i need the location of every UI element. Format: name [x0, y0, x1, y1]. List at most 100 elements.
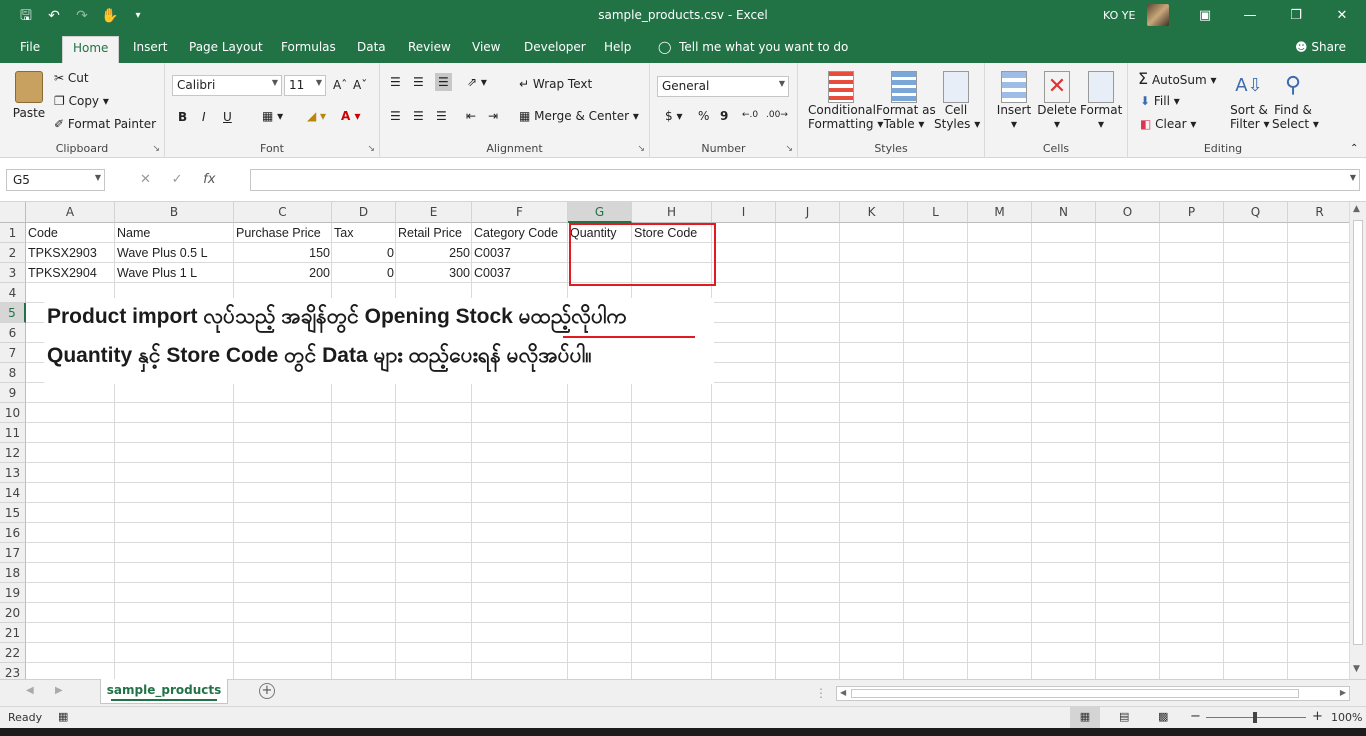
sheet-tab-sample-products[interactable]: sample_products	[100, 679, 228, 704]
column-header-i[interactable]: I	[712, 202, 776, 223]
orientation-icon[interactable]: ⇗ ▾	[467, 75, 487, 89]
decrease-decimal-icon[interactable]: .00→	[766, 110, 788, 120]
row-header-8[interactable]: 8	[0, 363, 26, 383]
column-header-d[interactable]: D	[332, 202, 396, 223]
row-header-7[interactable]: 7	[0, 343, 26, 363]
cell-a2[interactable]: TPKSX2903	[26, 243, 115, 263]
column-header-a[interactable]: A	[26, 202, 115, 223]
maximize-icon[interactable]: ❐	[1282, 5, 1310, 27]
horizontal-scroll-thumb[interactable]	[851, 689, 1299, 698]
scroll-up-icon[interactable]: ▲	[1353, 204, 1360, 214]
insert-cells-button[interactable]: Insert ▾	[995, 71, 1033, 131]
zoom-level[interactable]: 100%	[1331, 711, 1362, 724]
align-center-icon[interactable]: ☰	[413, 109, 424, 123]
bottom-align-icon[interactable]: ☰	[435, 73, 452, 91]
tab-view[interactable]: View	[472, 40, 500, 54]
insert-function-icon[interactable]: fx	[203, 172, 215, 187]
cell-f2[interactable]: C0037	[472, 243, 568, 263]
zoom-slider-thumb[interactable]	[1253, 712, 1257, 723]
top-align-icon[interactable]: ☰	[390, 75, 401, 89]
column-header-p[interactable]: P	[1160, 202, 1224, 223]
row-header-10[interactable]: 10	[0, 403, 26, 423]
zoom-out-icon[interactable]: −	[1190, 709, 1201, 724]
row-header-15[interactable]: 15	[0, 503, 26, 523]
cell-d1[interactable]: Tax	[332, 223, 396, 243]
row-header-16[interactable]: 16	[0, 523, 26, 543]
delete-cells-button[interactable]: ✕ Delete ▾	[1037, 71, 1077, 131]
row-header-3[interactable]: 3	[0, 263, 26, 283]
sort-filter-button[interactable]: A⇩ Sort & Filter ▾	[1230, 69, 1270, 131]
close-icon[interactable]: ✕	[1328, 5, 1356, 27]
cell-e3[interactable]: 300	[396, 263, 472, 283]
tab-file[interactable]: File	[20, 40, 40, 54]
row-header-13[interactable]: 13	[0, 463, 26, 483]
clear-button[interactable]: ◧ Clear ▾	[1140, 117, 1196, 131]
next-sheet-icon[interactable]: ▶	[55, 685, 63, 696]
share-button[interactable]: ☻ Share	[1295, 40, 1346, 54]
cell-d3[interactable]: 0	[332, 263, 396, 283]
column-header-r[interactable]: R	[1288, 202, 1349, 223]
cell-c1[interactable]: Purchase Price	[234, 223, 332, 243]
macro-record-icon[interactable]: ▦	[58, 710, 68, 723]
tab-review[interactable]: Review	[408, 40, 451, 54]
font-name-select[interactable]: Calibri ▼	[172, 75, 282, 96]
cell-styles-button[interactable]: Cell Styles ▾	[934, 71, 980, 131]
column-header-h[interactable]: H	[632, 202, 712, 223]
bold-button[interactable]: B	[178, 110, 187, 124]
scroll-down-icon[interactable]: ▼	[1353, 664, 1360, 674]
select-all-corner[interactable]	[0, 202, 26, 223]
row-header-5[interactable]: 5	[0, 303, 26, 323]
row-header-19[interactable]: 19	[0, 583, 26, 603]
name-box[interactable]: G5 ▼	[6, 169, 105, 191]
row-header-22[interactable]: 22	[0, 643, 26, 663]
scroll-right-icon[interactable]: ▶	[1340, 688, 1346, 697]
column-header-m[interactable]: M	[968, 202, 1032, 223]
fill-color-icon[interactable]: ◢ ▾	[307, 109, 326, 123]
underline-button[interactable]: U	[223, 110, 232, 124]
format-cells-button[interactable]: Format ▾	[1080, 71, 1122, 131]
cell-f1[interactable]: Category Code	[472, 223, 568, 243]
font-color-icon[interactable]: A ▾	[341, 109, 361, 123]
conditional-formatting-button[interactable]: Conditional Formatting ▾	[808, 71, 883, 131]
copy-button[interactable]: ❐ Copy ▾	[54, 94, 109, 108]
row-header-23[interactable]: 23	[0, 663, 26, 679]
column-header-e[interactable]: E	[396, 202, 472, 223]
zoom-in-icon[interactable]: +	[1312, 709, 1323, 724]
cell-b2[interactable]: Wave Plus 0.5 L	[115, 243, 234, 263]
middle-align-icon[interactable]: ☰	[413, 75, 424, 89]
align-right-icon[interactable]: ☰	[436, 109, 447, 123]
decrease-font-icon[interactable]: Aˇ	[353, 78, 367, 92]
column-header-o[interactable]: O	[1096, 202, 1160, 223]
tab-insert[interactable]: Insert	[133, 40, 167, 54]
row-header-4[interactable]: 4	[0, 283, 26, 303]
cell-e2[interactable]: 250	[396, 243, 472, 263]
italic-button[interactable]: I	[202, 110, 206, 124]
number-launcher-icon[interactable]: ↘	[785, 144, 793, 154]
row-header-14[interactable]: 14	[0, 483, 26, 503]
cell-f3[interactable]: C0037	[472, 263, 568, 283]
row-header-2[interactable]: 2	[0, 243, 26, 263]
cell-d2[interactable]: 0	[332, 243, 396, 263]
tab-help[interactable]: Help	[604, 40, 631, 54]
clipboard-launcher-icon[interactable]: ↘	[152, 144, 160, 154]
format-as-table-button[interactable]: Format as Table ▾	[876, 71, 936, 131]
cell-b3[interactable]: Wave Plus 1 L	[115, 263, 234, 283]
column-header-f[interactable]: F	[472, 202, 568, 223]
tab-split-handle[interactable]: ⋮	[815, 686, 827, 700]
format-painter-button[interactable]: ✐ Format Painter	[54, 117, 156, 131]
cell-c3[interactable]: 200	[234, 263, 332, 283]
increase-decimal-icon[interactable]: ←.0	[742, 110, 758, 120]
row-header-1[interactable]: 1	[0, 223, 26, 243]
increase-font-icon[interactable]: Aˆ	[333, 78, 347, 92]
find-select-button[interactable]: ⚲ Find & Select ▾	[1272, 69, 1319, 131]
fill-button[interactable]: ⬇ Fill ▾	[1140, 94, 1180, 108]
horizontal-scrollbar[interactable]: ◀ ▶	[836, 686, 1350, 701]
tell-me-search[interactable]: ◯ Tell me what you want to do	[658, 40, 848, 54]
collapse-ribbon-icon[interactable]: ⌃	[1350, 143, 1358, 154]
column-header-q[interactable]: Q	[1224, 202, 1288, 223]
increase-indent-icon[interactable]: ⇥	[488, 109, 498, 123]
vertical-scrollbar[interactable]: ▲ ▼	[1349, 202, 1366, 679]
cell-b1[interactable]: Name	[115, 223, 234, 243]
tab-page-layout[interactable]: Page Layout	[189, 40, 263, 54]
row-header-11[interactable]: 11	[0, 423, 26, 443]
